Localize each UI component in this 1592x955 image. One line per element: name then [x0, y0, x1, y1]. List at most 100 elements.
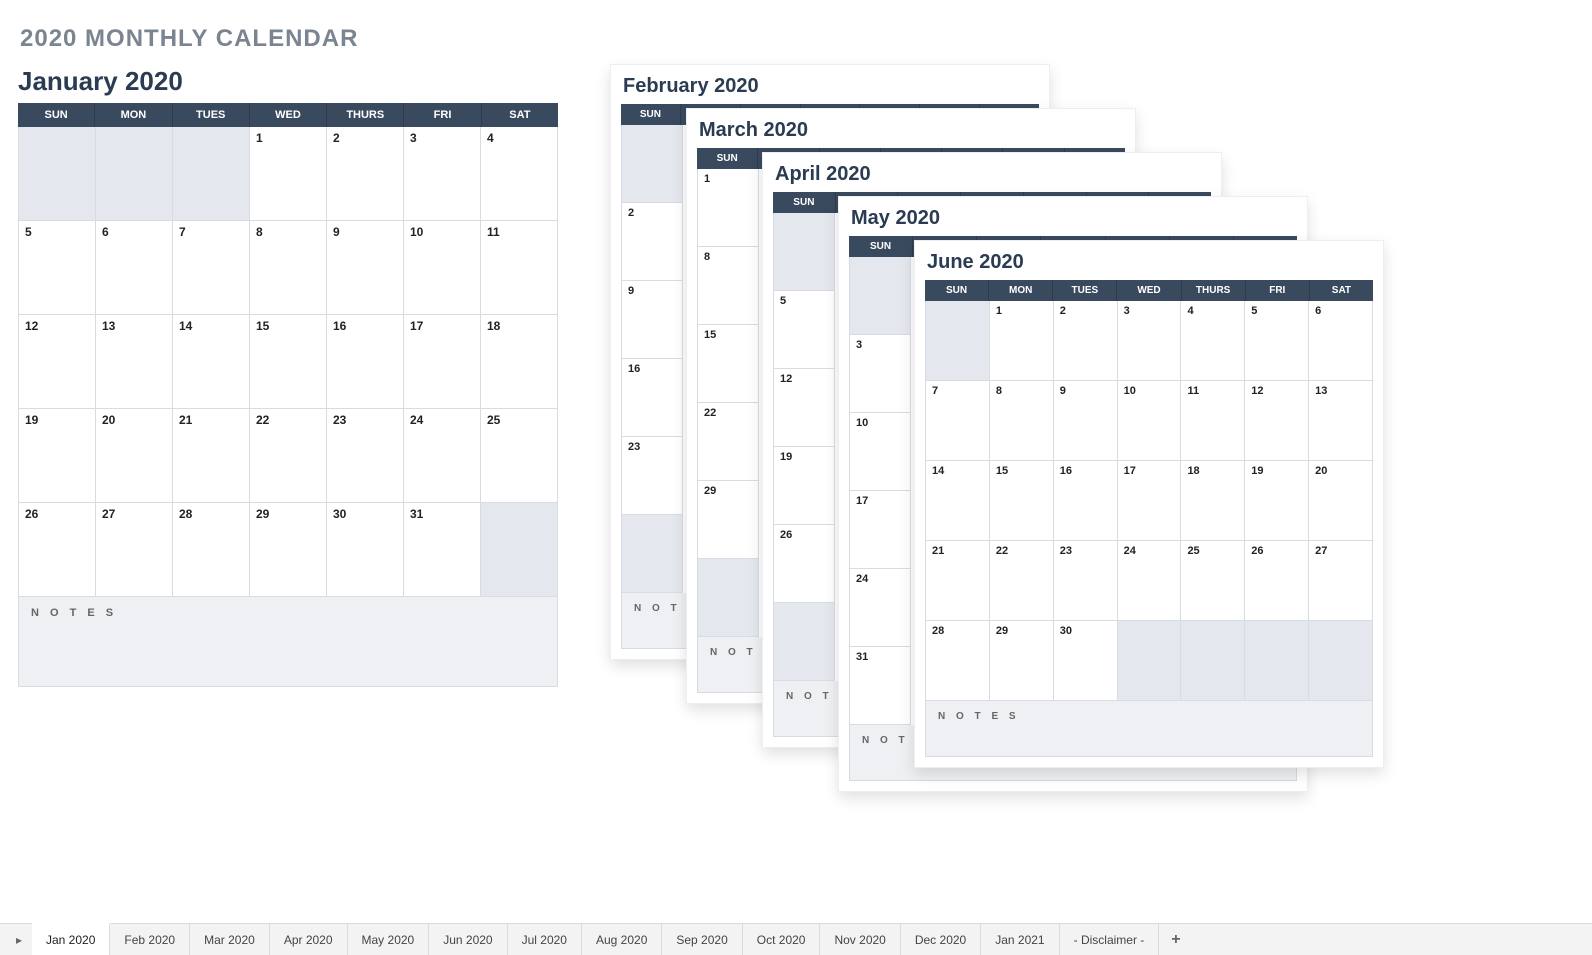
- day-cell[interactable]: 24: [404, 409, 481, 503]
- day-cell[interactable]: 19: [773, 447, 835, 525]
- day-cell[interactable]: 26: [1245, 541, 1309, 621]
- day-cell[interactable]: [1118, 621, 1182, 701]
- sheet-tab[interactable]: Mar 2020: [190, 924, 270, 955]
- day-cell[interactable]: 11: [1181, 381, 1245, 461]
- day-cell[interactable]: 12: [1245, 381, 1309, 461]
- day-cell[interactable]: 13: [1309, 381, 1373, 461]
- tab-nav-prev[interactable]: ▸: [6, 924, 32, 955]
- day-cell[interactable]: 29: [250, 503, 327, 597]
- day-cell[interactable]: 2: [621, 203, 683, 281]
- day-cell[interactable]: 21: [925, 541, 990, 621]
- day-cell[interactable]: 21: [173, 409, 250, 503]
- day-cell[interactable]: 23: [327, 409, 404, 503]
- day-cell[interactable]: [621, 515, 683, 593]
- day-cell[interactable]: 23: [621, 437, 683, 515]
- add-sheet-button[interactable]: +: [1159, 924, 1192, 955]
- day-cell[interactable]: 27: [1309, 541, 1373, 621]
- day-cell[interactable]: [481, 503, 558, 597]
- notes-section[interactable]: N O T E S: [925, 701, 1373, 757]
- day-cell[interactable]: 7: [173, 221, 250, 315]
- day-cell[interactable]: 10: [1118, 381, 1182, 461]
- day-cell[interactable]: 1: [697, 169, 759, 247]
- day-cell[interactable]: 5: [18, 221, 96, 315]
- day-cell[interactable]: 2: [327, 127, 404, 221]
- day-cell[interactable]: 18: [481, 315, 558, 409]
- day-cell[interactable]: 14: [173, 315, 250, 409]
- day-cell[interactable]: [1181, 621, 1245, 701]
- day-cell[interactable]: [18, 127, 96, 221]
- sheet-tab[interactable]: Sep 2020: [662, 924, 742, 955]
- day-cell[interactable]: 17: [1118, 461, 1182, 541]
- day-cell[interactable]: 23: [1054, 541, 1118, 621]
- day-cell[interactable]: 13: [96, 315, 173, 409]
- day-cell[interactable]: 10: [404, 221, 481, 315]
- day-cell[interactable]: [697, 559, 759, 637]
- day-cell[interactable]: 8: [250, 221, 327, 315]
- day-cell[interactable]: [96, 127, 173, 221]
- sheet-tab[interactable]: Jun 2020: [429, 924, 507, 955]
- day-cell[interactable]: 1: [990, 301, 1054, 381]
- day-cell[interactable]: 5: [1245, 301, 1309, 381]
- day-cell[interactable]: 3: [849, 335, 911, 413]
- day-cell[interactable]: [621, 125, 683, 203]
- day-cell[interactable]: 31: [849, 647, 911, 725]
- day-cell[interactable]: 29: [697, 481, 759, 559]
- day-cell[interactable]: 19: [18, 409, 96, 503]
- notes-section[interactable]: N O T E S: [18, 597, 558, 687]
- day-cell[interactable]: 20: [96, 409, 173, 503]
- day-cell[interactable]: 15: [697, 325, 759, 403]
- day-cell[interactable]: [849, 257, 911, 335]
- sheet-tab[interactable]: Jan 2021: [981, 924, 1059, 955]
- day-cell[interactable]: 27: [96, 503, 173, 597]
- day-cell[interactable]: 12: [773, 369, 835, 447]
- day-cell[interactable]: 25: [481, 409, 558, 503]
- day-cell[interactable]: 6: [96, 221, 173, 315]
- day-cell[interactable]: 17: [849, 491, 911, 569]
- day-cell[interactable]: 17: [404, 315, 481, 409]
- day-cell[interactable]: 16: [1054, 461, 1118, 541]
- day-cell[interactable]: [173, 127, 250, 221]
- day-cell[interactable]: 8: [697, 247, 759, 325]
- day-cell[interactable]: 28: [925, 621, 990, 701]
- sheet-tab[interactable]: May 2020: [348, 924, 430, 955]
- day-cell[interactable]: 20: [1309, 461, 1373, 541]
- day-cell[interactable]: 5: [773, 291, 835, 369]
- day-cell[interactable]: 1: [250, 127, 327, 221]
- sheet-tab[interactable]: Oct 2020: [743, 924, 821, 955]
- sheet-tab[interactable]: - Disclaimer -: [1060, 924, 1160, 955]
- day-cell[interactable]: 8: [990, 381, 1054, 461]
- day-cell[interactable]: 30: [327, 503, 404, 597]
- day-cell[interactable]: 25: [1181, 541, 1245, 621]
- day-cell[interactable]: 6: [1309, 301, 1373, 381]
- day-cell[interactable]: 11: [481, 221, 558, 315]
- sheet-tab[interactable]: Apr 2020: [270, 924, 348, 955]
- day-cell[interactable]: 24: [849, 569, 911, 647]
- day-cell[interactable]: [925, 301, 990, 381]
- sheet-tab[interactable]: Jul 2020: [508, 924, 582, 955]
- day-cell[interactable]: 18: [1181, 461, 1245, 541]
- day-cell[interactable]: 7: [925, 381, 990, 461]
- day-cell[interactable]: 3: [404, 127, 481, 221]
- day-cell[interactable]: 19: [1245, 461, 1309, 541]
- day-cell[interactable]: 26: [773, 525, 835, 603]
- day-cell[interactable]: 16: [327, 315, 404, 409]
- day-cell[interactable]: 22: [250, 409, 327, 503]
- day-cell[interactable]: 15: [250, 315, 327, 409]
- sheet-tab[interactable]: Jan 2020: [32, 923, 110, 955]
- day-cell[interactable]: 31: [404, 503, 481, 597]
- day-cell[interactable]: 3: [1118, 301, 1182, 381]
- day-cell[interactable]: 4: [1181, 301, 1245, 381]
- day-cell[interactable]: [1309, 621, 1373, 701]
- day-cell[interactable]: 29: [990, 621, 1054, 701]
- day-cell[interactable]: [1245, 621, 1309, 701]
- day-cell[interactable]: 10: [849, 413, 911, 491]
- day-cell[interactable]: 12: [18, 315, 96, 409]
- day-cell[interactable]: 26: [18, 503, 96, 597]
- day-cell[interactable]: 9: [621, 281, 683, 359]
- sheet-tab[interactable]: Aug 2020: [582, 924, 662, 955]
- day-cell[interactable]: 14: [925, 461, 990, 541]
- sheet-tab[interactable]: Feb 2020: [110, 924, 190, 955]
- day-cell[interactable]: 4: [481, 127, 558, 221]
- day-cell[interactable]: 2: [1054, 301, 1118, 381]
- day-cell[interactable]: 9: [1054, 381, 1118, 461]
